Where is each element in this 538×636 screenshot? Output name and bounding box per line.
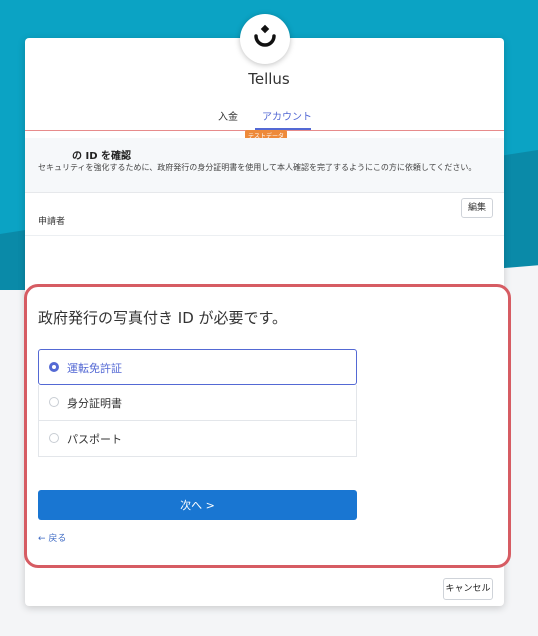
cancel-button[interactable]: キャンセル: [443, 578, 493, 600]
crescent-logo-icon: [254, 24, 276, 47]
confirm-title: の ID を確認: [72, 151, 131, 162]
edit-button[interactable]: 編集: [461, 198, 493, 218]
option-passport[interactable]: パスポート: [38, 421, 357, 457]
back-link[interactable]: ← 戻る: [38, 531, 66, 544]
back-label: 戻る: [48, 534, 67, 544]
option-label: 身分証明書: [67, 397, 122, 410]
app-title: Tellus: [248, 70, 290, 88]
radio-selected-icon[interactable]: [49, 362, 59, 372]
radio-unselected-icon[interactable]: [49, 397, 59, 407]
radio-unselected-icon[interactable]: [49, 433, 59, 443]
applicant-label: 申請者: [38, 217, 66, 227]
next-button[interactable]: 次へ >: [38, 490, 357, 520]
option-label: 運転免許証: [67, 362, 122, 375]
tab-bar: 入金 アカウント: [25, 100, 504, 130]
tab-account[interactable]: アカウント: [262, 108, 312, 123]
tab-deposit[interactable]: 入金: [218, 108, 238, 123]
app-logo: [240, 14, 290, 64]
section-divider: [25, 235, 504, 236]
arrow-left-icon: ←: [38, 534, 46, 544]
id-required-heading: 政府発行の写真付き ID が必要です。: [38, 309, 288, 327]
option-id-card[interactable]: 身分証明書: [38, 385, 357, 421]
confirm-description: セキュリティを強化するために、政府発行の身分証明書を使用して本人確認を完了するよ…: [38, 163, 477, 172]
option-label: パスポート: [67, 433, 122, 446]
option-drivers-license[interactable]: 運転免許証: [38, 349, 357, 385]
